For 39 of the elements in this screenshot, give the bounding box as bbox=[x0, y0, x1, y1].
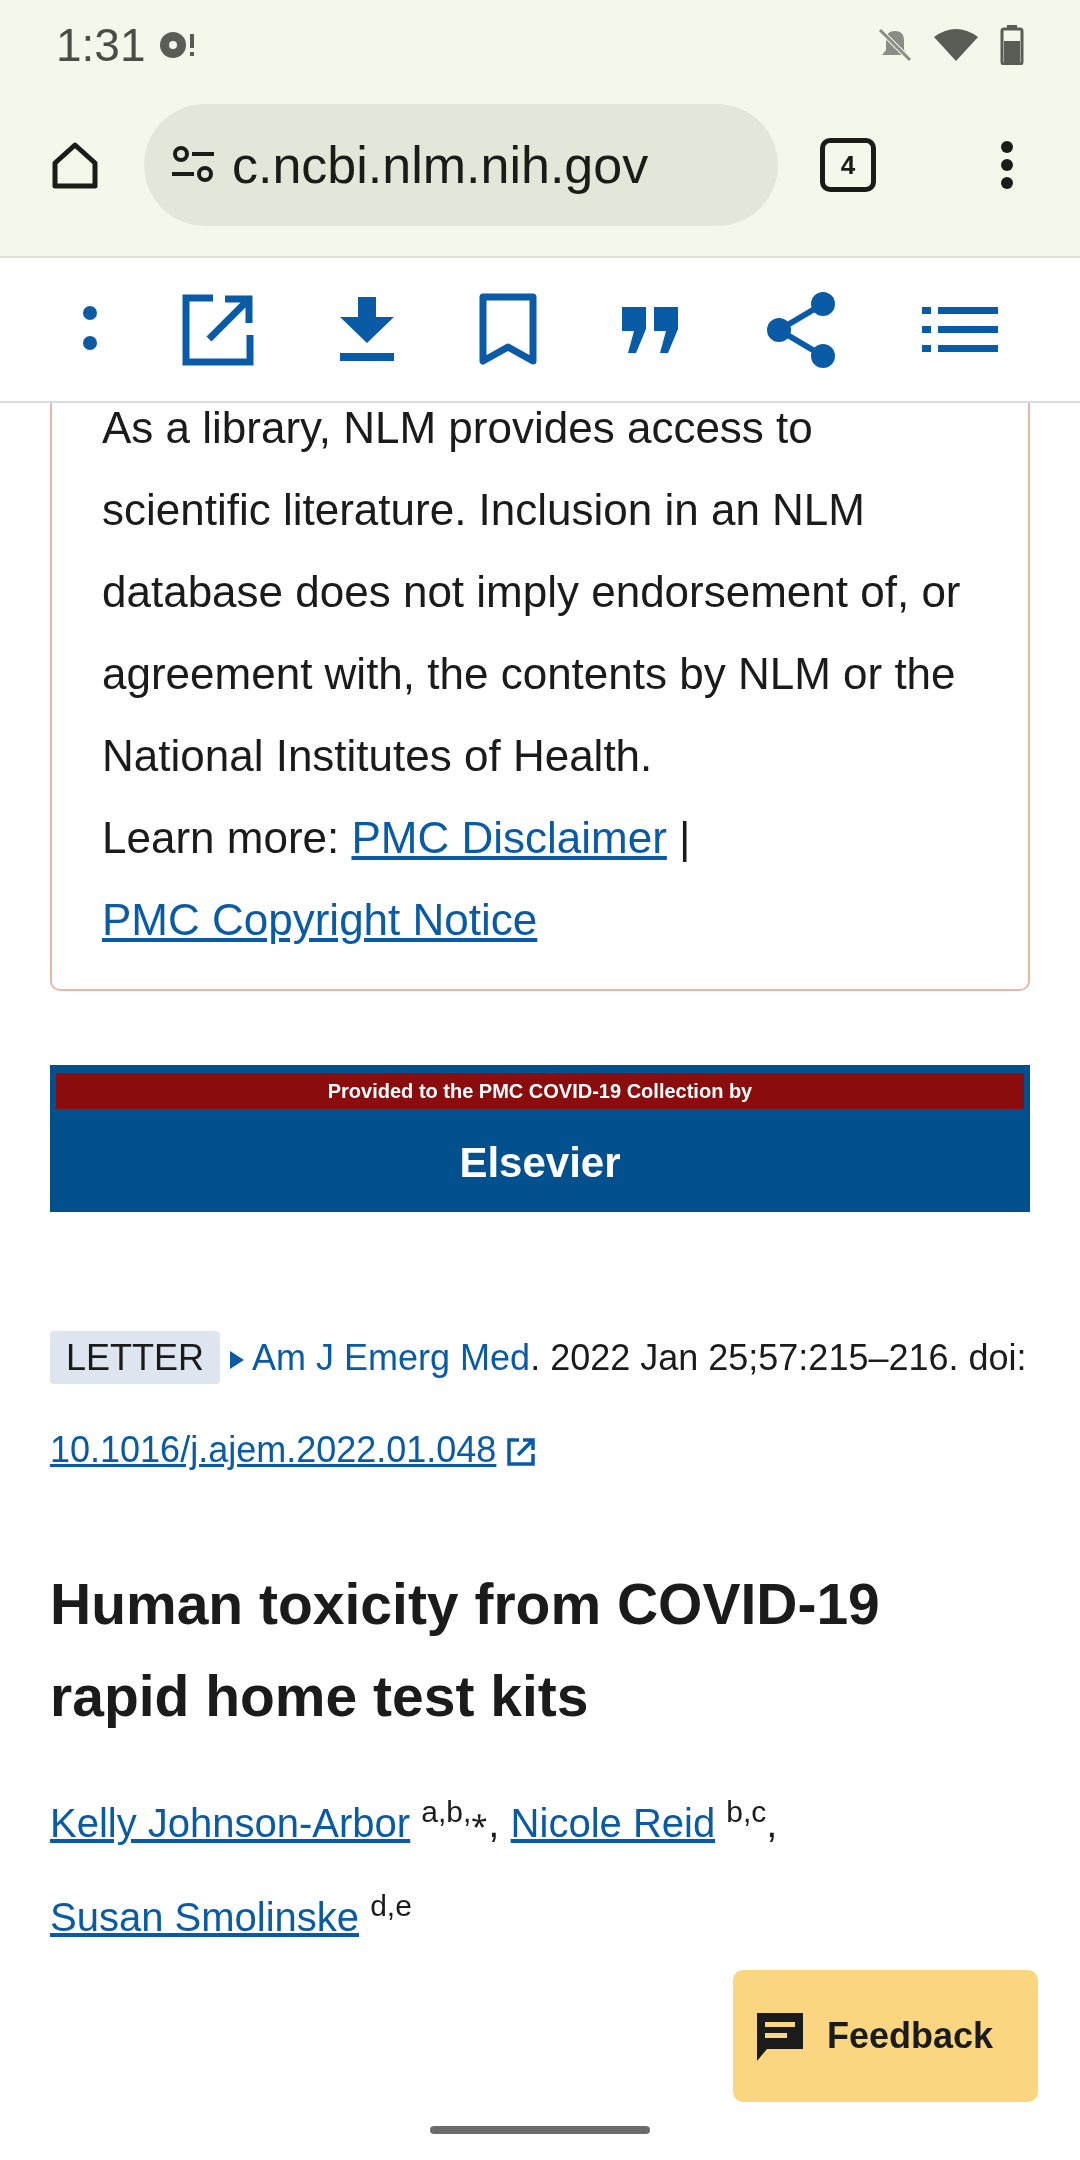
affiliation-marks: d,e bbox=[370, 1889, 412, 1922]
tab-count-button[interactable]: 4 bbox=[820, 138, 876, 192]
learn-more-label: Learn more: bbox=[102, 813, 340, 862]
list-icon[interactable] bbox=[922, 306, 999, 353]
feedback-button[interactable]: Feedback bbox=[733, 1970, 1038, 2102]
muted-bell-icon bbox=[878, 28, 912, 62]
author-link[interactable]: Susan Smolinske bbox=[50, 1895, 360, 1939]
address-bar[interactable]: c.ncbi.nlm.nih.gov bbox=[144, 104, 778, 226]
wifi-icon bbox=[932, 27, 980, 63]
disclaimer-link[interactable]: PMC Disclaimer bbox=[351, 813, 667, 862]
separator: | bbox=[679, 813, 691, 862]
url-text: c.ncbi.nlm.nih.gov bbox=[232, 135, 649, 196]
comma: , bbox=[488, 1801, 500, 1845]
author-link[interactable]: Kelly Johnson-Arbor bbox=[50, 1801, 411, 1845]
collection-banner[interactable]: Provided to the PMC COVID-19 Collection by Elsevier bbox=[50, 1065, 1030, 1212]
affiliation-marks: a,b,⁎ bbox=[421, 1795, 489, 1828]
disclaimer-text: As a library, NLM provides access to scientific literature. Inclusion in an NLM database does not imply endorsement of, or agreement with, the contents by NLM or the National Institutes of Health. bbox=[102, 402, 962, 782]
triangle-icon bbox=[230, 1351, 245, 1370]
copyright-link[interactable]: PMC Copyright Notice bbox=[102, 895, 538, 944]
bookmark-icon[interactable] bbox=[479, 292, 537, 367]
download-icon[interactable] bbox=[337, 296, 396, 363]
author-link[interactable]: Nicole Reid bbox=[510, 1801, 716, 1845]
comma: , bbox=[766, 1801, 778, 1845]
article-type-badge: LETTER bbox=[50, 1331, 221, 1384]
battery-icon bbox=[1000, 25, 1024, 65]
affiliation-marks: b,c bbox=[726, 1795, 767, 1828]
status-time: 1:31 bbox=[56, 17, 146, 73]
journal-link[interactable]: Am J Emerg Med bbox=[252, 1337, 531, 1378]
banner-strip: Provided to the PMC COVID-19 Collection by bbox=[56, 1073, 1024, 1109]
article-title: Human toxicity from COVID-19 rapid home test kits bbox=[50, 1571, 881, 1730]
doi-link[interactable]: 10.1016/j.ajem.2022.01.048 bbox=[50, 1429, 497, 1470]
site-settings-icon[interactable] bbox=[170, 145, 216, 185]
external-link-icon bbox=[506, 1437, 537, 1468]
publisher-name: Elsevier bbox=[459, 1138, 621, 1188]
more-options-icon[interactable] bbox=[1000, 140, 1014, 190]
quote-icon[interactable] bbox=[620, 304, 681, 355]
citation-details: . 2022 Jan 25;57:215–216. doi: bbox=[530, 1337, 1027, 1378]
external-link-icon[interactable] bbox=[180, 292, 255, 367]
home-icon[interactable] bbox=[50, 141, 100, 189]
